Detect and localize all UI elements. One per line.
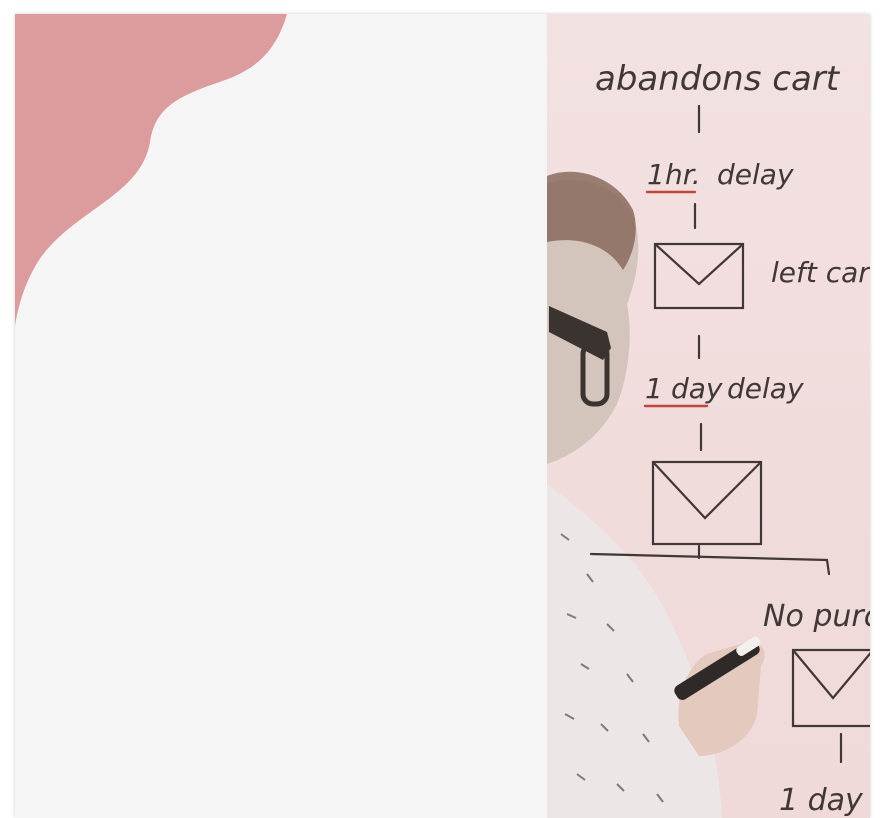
envelope-icon bbox=[791, 648, 870, 728]
step2-unit: day bbox=[671, 372, 723, 405]
whiteboard-photo: abandons cart 1 hr. delay left cart 1 da… bbox=[547, 14, 870, 818]
step3-text: 1 day bbox=[779, 783, 864, 818]
step1-unit: hr. bbox=[665, 158, 701, 191]
envelope-icon bbox=[651, 460, 763, 546]
step2-word: delay bbox=[727, 372, 804, 405]
envelope-icon bbox=[653, 242, 745, 310]
email1-note: left cart bbox=[771, 256, 870, 289]
content-card: abandons cart 1 hr. delay left cart 1 da… bbox=[15, 14, 870, 818]
whiteboard-title: abandons cart bbox=[595, 59, 841, 99]
decorative-blob bbox=[15, 14, 287, 326]
branch-note: No purch bbox=[763, 599, 870, 634]
step2-qty: 1 bbox=[645, 372, 663, 405]
step1-qty: 1 bbox=[647, 158, 665, 191]
step1-word: delay bbox=[717, 158, 794, 191]
